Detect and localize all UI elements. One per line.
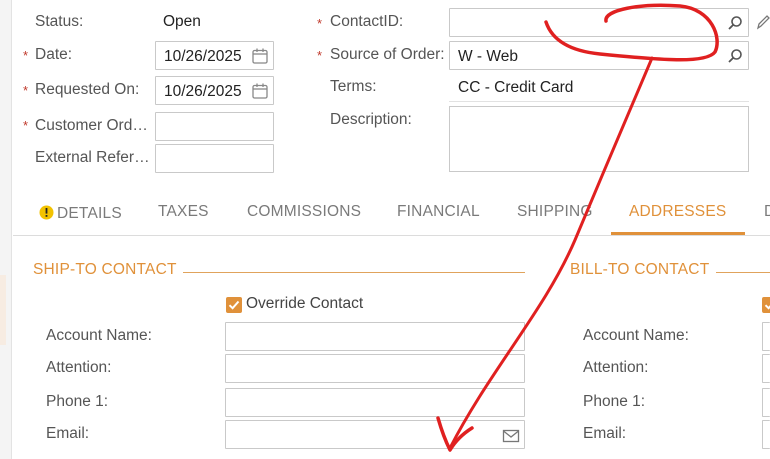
description-label: Description: — [330, 111, 412, 128]
warning-icon — [39, 205, 54, 220]
calendar-icon[interactable] — [251, 82, 269, 100]
customer-order-field[interactable] — [155, 112, 274, 141]
bill-phone-field[interactable] — [762, 388, 770, 417]
left-edge-strip — [0, 0, 12, 459]
search-icon[interactable] — [726, 14, 744, 32]
status-label: Status: — [35, 13, 84, 30]
bill-attention-label: Attention: — [583, 359, 649, 376]
pencil-icon[interactable] — [756, 13, 770, 31]
bill-attention-field[interactable] — [762, 354, 770, 383]
tab-financial[interactable]: FINANCIAL — [397, 203, 480, 221]
tab-d[interactable]: D — [764, 203, 770, 221]
bill-override-contact-checkbox[interactable] — [762, 297, 770, 313]
tab-commissions[interactable]: COMMISSIONS — [247, 203, 361, 221]
terms-underline — [449, 101, 749, 102]
tab-shipping[interactable]: SHIPPING — [517, 203, 593, 221]
source-of-order-value: W - Web — [458, 48, 518, 65]
left-edge-tint — [0, 275, 6, 345]
ship-email-label: Email: — [46, 425, 90, 442]
status-value: Open — [163, 13, 201, 30]
calendar-icon[interactable] — [251, 47, 269, 65]
date-field[interactable]: 10/26/2025 — [155, 41, 274, 70]
date-label: Date: — [35, 46, 73, 63]
external-ref-field[interactable] — [155, 144, 274, 173]
bill-account-name-label: Account Name: — [583, 327, 689, 344]
customer-order-required-marker: * — [23, 118, 29, 133]
tab-details-label: DETAILS — [57, 205, 122, 222]
ship-to-contact-title: SHIP-TO CONTACT — [33, 261, 177, 278]
ship-attention-label: Attention: — [46, 359, 112, 376]
bill-email-field[interactable] — [762, 420, 770, 449]
requested-required-marker: * — [23, 83, 29, 98]
active-tab-indicator — [611, 232, 745, 235]
description-field[interactable] — [449, 106, 749, 172]
contact-id-field[interactable] — [449, 8, 749, 37]
tab-details[interactable]: DETAILS — [39, 203, 122, 223]
override-contact-checkbox[interactable] — [226, 297, 242, 313]
contact-required-marker: * — [317, 16, 323, 31]
ship-account-name-field[interactable] — [225, 322, 525, 351]
ship-email-field[interactable] — [225, 420, 525, 449]
override-contact-label: Override Contact — [246, 295, 364, 312]
bill-account-name-field[interactable] — [762, 322, 770, 351]
ship-attention-field[interactable] — [225, 354, 525, 383]
requested-on-field[interactable]: 10/26/2025 — [155, 76, 274, 105]
date-field-value: 10/26/2025 — [164, 48, 242, 65]
bill-to-divider — [716, 272, 770, 273]
tab-addresses[interactable]: ADDRESSES — [629, 203, 726, 221]
ship-phone-label: Phone 1: — [46, 393, 109, 410]
tab-taxes[interactable]: TAXES — [158, 203, 209, 221]
ship-account-name-label: Account Name: — [46, 327, 152, 344]
external-ref-label: External Refer… — [35, 149, 150, 166]
mail-icon[interactable] — [502, 427, 520, 445]
ship-to-divider — [183, 272, 525, 273]
source-required-marker: * — [317, 48, 323, 63]
bill-to-contact-title: BILL-TO CONTACT — [570, 261, 710, 278]
source-of-order-field[interactable]: W - Web — [449, 41, 749, 70]
check-icon — [228, 300, 240, 310]
bill-phone-label: Phone 1: — [583, 393, 646, 410]
check-icon — [764, 304, 770, 310]
source-of-order-label: Source of Order: — [330, 46, 445, 63]
bill-email-label: Email: — [583, 425, 627, 442]
requested-on-value: 10/26/2025 — [164, 83, 242, 100]
search-icon[interactable] — [726, 47, 744, 65]
terms-label: Terms: — [330, 78, 377, 95]
customer-order-label: Customer Ord… — [35, 117, 148, 134]
ship-phone-field[interactable] — [225, 388, 525, 417]
date-required-marker: * — [23, 48, 29, 63]
tab-bar: DETAILS TAXES COMMISSIONS FINANCIAL SHIP… — [13, 190, 770, 236]
requested-on-label: Requested On: — [35, 81, 140, 98]
terms-value: CC - Credit Card — [458, 79, 574, 96]
contact-id-label: ContactID: — [330, 13, 404, 30]
